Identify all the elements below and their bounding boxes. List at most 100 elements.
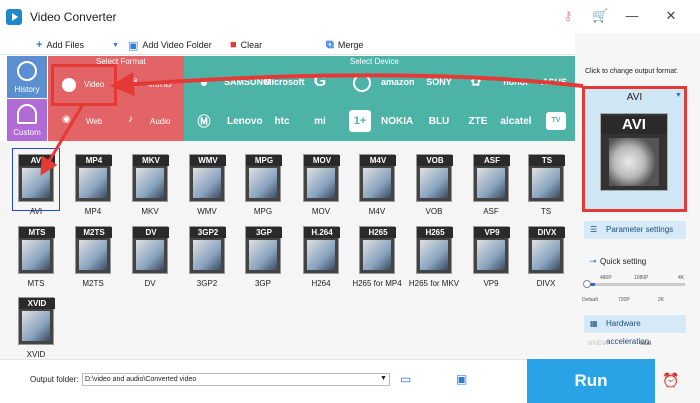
format-item[interactable]: DIVX DIVX bbox=[522, 222, 570, 292]
device-google[interactable]: G bbox=[304, 66, 336, 98]
add-video-folder-button[interactable]: ▣ Add Video Folder bbox=[128, 38, 212, 52]
format-tag: MP4 bbox=[76, 155, 112, 166]
chevron-down-icon[interactable]: ▼ bbox=[380, 375, 387, 382]
format-item[interactable]: H.264 H264 bbox=[297, 222, 345, 292]
output-folder-input[interactable]: D:\video and audio\Converted video bbox=[82, 373, 390, 386]
device-alcatel[interactable]: alcatel bbox=[500, 108, 532, 136]
tick-1080p: 1080P bbox=[634, 275, 649, 281]
format-label: XVID bbox=[26, 350, 46, 359]
device-apple[interactable]: ● bbox=[188, 66, 220, 98]
clear-button[interactable]: ■ Clear bbox=[230, 38, 262, 52]
format-tag: 3GP bbox=[246, 227, 282, 238]
tab-web[interactable]: ◉ Web bbox=[60, 112, 116, 132]
minimize-button[interactable]: — bbox=[621, 6, 643, 26]
format-tag: M4V bbox=[360, 155, 396, 166]
format-item[interactable]: TS TS bbox=[522, 150, 570, 220]
format-icon: XVID bbox=[18, 297, 55, 345]
app-logo-icon bbox=[6, 9, 22, 25]
tick-4k: 4K bbox=[678, 275, 685, 281]
clear-label: Clear bbox=[240, 40, 263, 50]
format-item[interactable]: WMV WMV bbox=[183, 150, 231, 220]
format-item[interactable]: 3GP 3GP bbox=[239, 222, 287, 292]
nvidia-badge[interactable]: NVIDIA bbox=[588, 341, 608, 347]
format-icon: ASF bbox=[473, 154, 510, 202]
device-tv[interactable]: TV bbox=[546, 112, 566, 130]
format-tag: M2TS bbox=[76, 227, 112, 238]
key-icon[interactable]: ⚷ bbox=[560, 9, 576, 23]
quality-slider-track[interactable] bbox=[587, 283, 685, 286]
format-item[interactable]: VP9 VP9 bbox=[467, 222, 515, 292]
format-item[interactable]: MKV MKV bbox=[126, 150, 174, 220]
device-htc-label: htc bbox=[274, 116, 290, 127]
output-folder-label: Output folder: bbox=[30, 375, 79, 384]
cart-icon[interactable]: 🛒 bbox=[592, 9, 608, 23]
merge-button[interactable]: ⧉ Merge bbox=[326, 38, 363, 52]
film-icon bbox=[193, 240, 221, 270]
folder-icon[interactable]: ▭ bbox=[400, 372, 411, 386]
tab-audio[interactable]: ♪ Audio bbox=[124, 112, 180, 132]
film-icon bbox=[79, 168, 107, 198]
device-motorola[interactable]: Ⓜ bbox=[188, 108, 220, 136]
history-tab[interactable]: History bbox=[7, 56, 47, 98]
device-nokia[interactable]: NOKIA bbox=[381, 108, 413, 136]
device-sony[interactable]: SONY bbox=[423, 66, 455, 98]
add-files-button[interactable]: + Add Files bbox=[36, 38, 84, 52]
format-item[interactable]: MOV MOV bbox=[297, 150, 345, 220]
alarm-clock-icon[interactable]: ⏰ bbox=[662, 372, 679, 389]
toolbar bbox=[0, 33, 575, 55]
tick-720p: 720P bbox=[618, 297, 630, 303]
format-item[interactable]: MP4 MP4 bbox=[69, 150, 117, 220]
device-lenovo[interactable]: Lenovo bbox=[227, 108, 263, 136]
format-item[interactable]: M2TS M2TS bbox=[69, 222, 117, 292]
format-icon: DV bbox=[132, 226, 169, 274]
avi-format-tag: AVI bbox=[601, 116, 667, 134]
format-item[interactable]: MTS MTS bbox=[12, 222, 60, 292]
device-huawei[interactable]: ✿ bbox=[460, 66, 492, 98]
device-lg[interactable] bbox=[346, 66, 378, 98]
device-amazon[interactable]: amazon bbox=[381, 66, 415, 98]
format-item[interactable]: ASF ASF bbox=[467, 150, 515, 220]
format-label: MKV bbox=[141, 207, 159, 216]
parameter-settings-button[interactable]: ☰ Parameter settings bbox=[584, 221, 686, 239]
chevron-down-icon: ▼ bbox=[675, 92, 682, 99]
select-device-heading: Select Device bbox=[350, 57, 399, 66]
custom-label: Custom bbox=[13, 128, 41, 137]
format-tag: DIVX bbox=[529, 227, 565, 238]
run-button[interactable]: Run bbox=[527, 359, 655, 403]
quick-setting-icon: ⊸ bbox=[589, 256, 597, 266]
film-icon bbox=[420, 168, 448, 198]
custom-tab[interactable]: Custom bbox=[7, 99, 47, 141]
format-item[interactable]: XVID XVID bbox=[12, 293, 60, 363]
format-label: M2TS bbox=[82, 279, 104, 288]
intel-badge[interactable]: Intel bbox=[640, 341, 651, 347]
format-item[interactable]: H265 H265 for MP4 bbox=[352, 222, 402, 292]
merge-icon: ⧉ bbox=[326, 38, 334, 51]
format-item[interactable]: M4V M4V bbox=[353, 150, 401, 220]
film-icon bbox=[136, 168, 164, 198]
format-item[interactable]: 3GP2 3GP2 bbox=[183, 222, 231, 292]
format-item[interactable]: DV DV bbox=[126, 222, 174, 292]
format-item[interactable]: MPG MPG bbox=[239, 150, 287, 220]
quality-slider-handle[interactable] bbox=[583, 280, 591, 288]
format-item[interactable]: H265 H265 for MKV bbox=[409, 222, 459, 292]
device-htc[interactable]: htc bbox=[266, 108, 298, 136]
format-item[interactable]: VOB VOB bbox=[410, 150, 458, 220]
device-nokia-label: NOKIA bbox=[381, 116, 414, 127]
device-honor[interactable]: honor bbox=[500, 66, 532, 98]
format-icon: M4V bbox=[359, 154, 396, 202]
device-oneplus[interactable]: 1+ bbox=[349, 110, 371, 132]
open-folder-icon[interactable]: ▣ bbox=[456, 372, 467, 386]
device-xiaomi[interactable]: mi bbox=[304, 108, 336, 136]
device-asus[interactable]: ASUS bbox=[538, 66, 570, 98]
format-icon: VOB bbox=[416, 154, 453, 202]
add-files-dropdown[interactable]: ▼ bbox=[112, 38, 119, 52]
format-tag: DV bbox=[133, 227, 169, 238]
device-zte[interactable]: ZTE bbox=[462, 108, 494, 136]
device-samsung[interactable]: SAMSUNG bbox=[224, 66, 270, 98]
close-button[interactable]: ✕ bbox=[660, 6, 682, 26]
film-icon bbox=[249, 168, 277, 198]
device-microsoft[interactable]: Microsoft bbox=[264, 66, 305, 98]
tab-4k-hd[interactable]: ▤ 4K/HD bbox=[124, 75, 180, 95]
device-blu[interactable]: BLU bbox=[423, 108, 455, 136]
hardware-acceleration-button[interactable]: ▦ Hardware acceleration bbox=[584, 315, 686, 346]
